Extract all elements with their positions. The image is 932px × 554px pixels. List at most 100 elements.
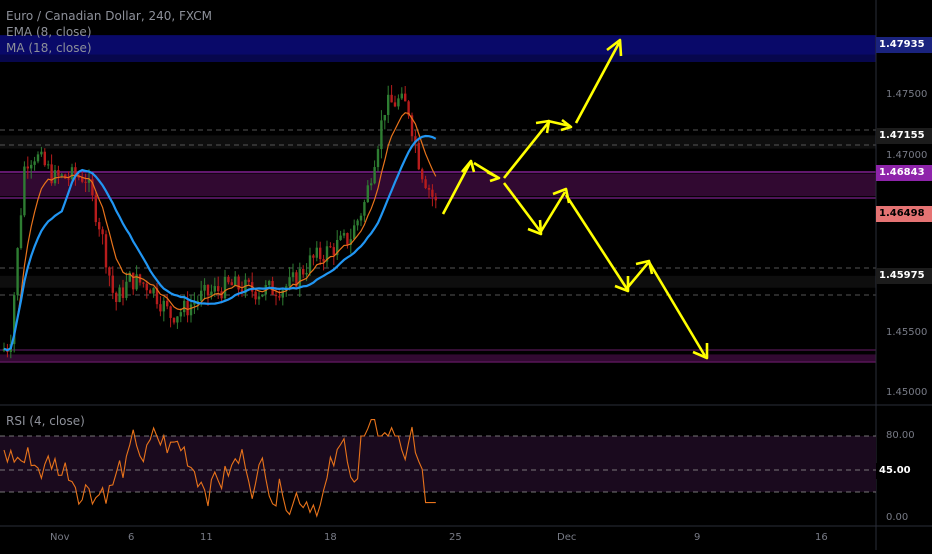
rsi-tick: 80.00 [886, 430, 915, 441]
price-chart[interactable] [0, 0, 932, 550]
candle-body [393, 102, 397, 107]
price-zone [0, 275, 876, 288]
ma-line [3, 134, 437, 352]
candle-body [47, 164, 50, 166]
candle-body [431, 189, 434, 197]
candle-body [298, 268, 301, 287]
candle-body [400, 93, 403, 99]
candle-body [118, 287, 121, 303]
candle-body [162, 300, 165, 312]
candle-body [43, 151, 46, 166]
candle-body [145, 283, 148, 291]
candle-body [203, 284, 206, 291]
candle-body [356, 220, 359, 226]
candle-body [237, 276, 240, 290]
candle-body [308, 255, 312, 273]
candle-body [84, 181, 87, 183]
candle-body [149, 290, 152, 294]
candle-body [36, 154, 40, 162]
candle-body [53, 170, 57, 184]
candle-body [427, 188, 431, 190]
candle-body [213, 286, 216, 292]
candle-body [387, 94, 390, 115]
candle-body [230, 282, 233, 286]
candle-body [373, 167, 376, 184]
candle-body [390, 94, 393, 103]
candle-body [101, 229, 104, 235]
candle-body [67, 178, 70, 180]
candle-body [189, 304, 193, 316]
candle-body [346, 233, 349, 245]
projection-arrow-down [564, 194, 629, 290]
price-tick: 1.47500 [886, 89, 928, 100]
candle-body [302, 268, 305, 275]
candle-body [223, 276, 227, 299]
candle-body [424, 179, 427, 189]
candle-body [359, 215, 363, 221]
ema-legend: EMA (8, close) [6, 25, 92, 39]
candle-body [111, 275, 114, 293]
candle-body [23, 166, 26, 216]
time-tick: 11 [200, 532, 213, 543]
candle-body [166, 300, 169, 307]
candle-body [421, 169, 424, 180]
candle-body [132, 272, 135, 290]
time-tick: 6 [128, 532, 135, 543]
candle-body [98, 222, 101, 230]
candle-body [200, 290, 203, 301]
candle-body [353, 225, 356, 240]
price-tag-purple-zone: 1.46843 [876, 165, 932, 181]
price-tick: 1.45000 [886, 387, 928, 398]
candle-body [206, 284, 210, 296]
candle-body [121, 287, 125, 298]
candle-body [370, 183, 373, 186]
price-tag-resistance: 1.47155 [876, 128, 932, 144]
time-tick: Dec [557, 532, 577, 543]
rsi-tick: 0.00 [886, 512, 909, 523]
candle-body [268, 280, 271, 286]
price-zone-top [0, 35, 876, 62]
candle-body [383, 114, 386, 121]
candle-body [169, 306, 172, 318]
symbol-legend: Euro / Canadian Dollar, 240, FXCM [6, 9, 212, 23]
candle-body [319, 247, 322, 260]
rsi-legend: RSI (4, close) [6, 414, 85, 428]
candle-body [234, 276, 237, 286]
candle-body [404, 93, 407, 102]
candle-body [186, 300, 189, 316]
price-tick: 1.47000 [886, 150, 928, 161]
arrowhead [460, 159, 476, 173]
candle-body [366, 185, 369, 203]
candle-body [254, 291, 257, 300]
candle-body [257, 296, 261, 300]
candle-body [305, 272, 308, 275]
candle-body [315, 247, 318, 258]
candle-body [332, 247, 335, 256]
candle-body [176, 316, 179, 323]
candle-body [210, 291, 213, 296]
candle-body [339, 235, 342, 240]
price-tag-support: 1.45975 [876, 268, 932, 284]
candle-body [60, 174, 63, 176]
candle-body [376, 149, 380, 168]
time-tick: 9 [694, 532, 701, 543]
candle-body [40, 151, 43, 155]
candle-body [217, 286, 220, 292]
candle-body [57, 170, 60, 176]
candle-body [26, 166, 29, 169]
candle-body [172, 317, 176, 323]
candle-body [247, 279, 250, 283]
price-tag-top-zone: 1.47935 [876, 37, 932, 53]
projection-arrow-up [502, 122, 550, 179]
time-tick: 18 [324, 532, 337, 543]
candle-body [30, 164, 33, 169]
rsi-tag-level: 45.00 [876, 463, 932, 479]
candle-body [363, 202, 366, 216]
candle-body [312, 255, 315, 258]
candle-body [261, 294, 264, 297]
candle-body [152, 288, 155, 294]
candle-body [322, 259, 325, 262]
chart-stage[interactable] [0, 0, 932, 550]
candle-body [288, 277, 291, 287]
candle-body [94, 195, 97, 223]
